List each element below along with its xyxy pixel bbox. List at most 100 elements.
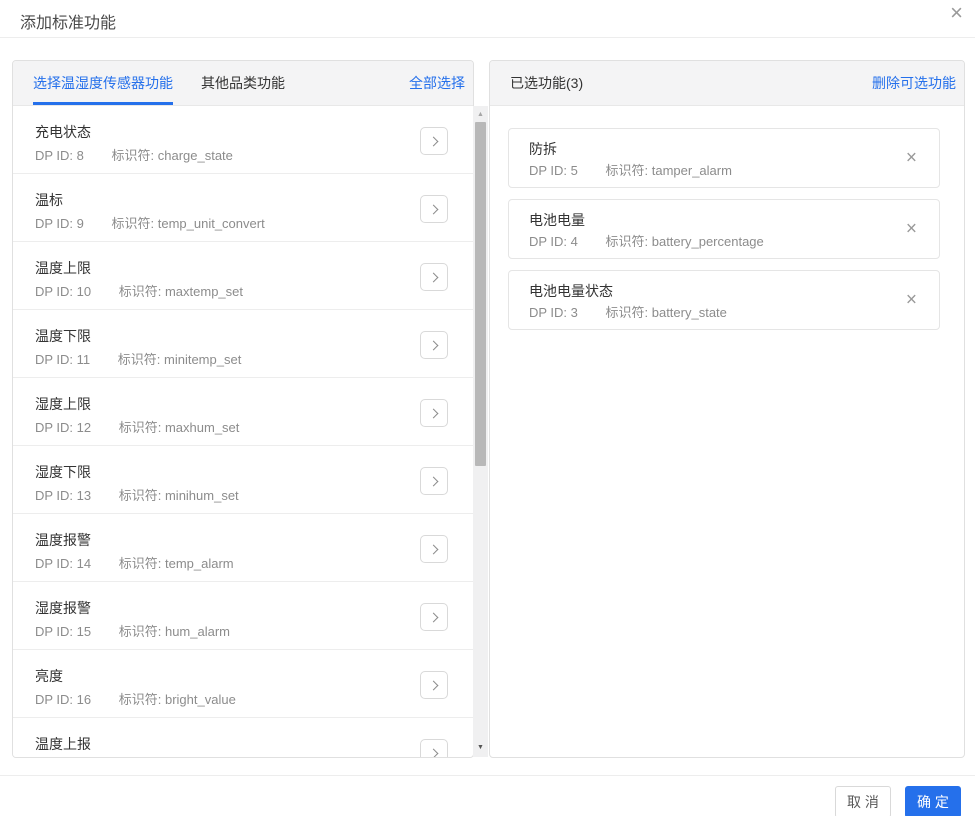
- chevron-right-icon: [428, 612, 438, 622]
- scrollbar-thumb[interactable]: [475, 122, 486, 466]
- identifier: 标识符: bright_value: [118, 692, 236, 707]
- available-functions-panel: 选择温湿度传感器功能 其他品类功能 全部选择 充电状态 DP ID: 8 标识符…: [12, 60, 474, 758]
- dp-id: DP ID: 8: [35, 148, 84, 163]
- dp-id: DP ID: 5: [529, 163, 578, 178]
- function-name: 防拆: [529, 141, 557, 157]
- selected-panel-title: 已选功能(3): [510, 75, 584, 91]
- tab-bar: 选择温湿度传感器功能 其他品类功能: [33, 61, 409, 105]
- function-meta: DP ID: 14 标识符: temp_alarm: [35, 555, 420, 573]
- tab-other-categories[interactable]: 其他品类功能: [201, 61, 285, 105]
- identifier: 标识符: battery_state: [605, 305, 727, 320]
- dp-id: DP ID: 16: [35, 692, 92, 707]
- add-function-button[interactable]: [420, 467, 448, 495]
- add-function-button[interactable]: [420, 399, 448, 427]
- list-item[interactable]: 湿度报警 DP ID: 15 标识符: hum_alarm: [13, 582, 473, 650]
- chevron-right-icon: [428, 408, 438, 418]
- add-function-button[interactable]: [420, 331, 448, 359]
- add-function-button[interactable]: [420, 263, 448, 291]
- delete-optional-link[interactable]: 删除可选功能: [872, 61, 956, 105]
- dp-id: DP ID: 12: [35, 420, 92, 435]
- function-name: 温度上限: [35, 260, 91, 276]
- function-meta: DP ID: 11 标识符: minitemp_set: [35, 351, 420, 369]
- function-name: 电池电量状态: [529, 283, 613, 299]
- identifier: 标识符: hum_alarm: [118, 624, 230, 639]
- add-function-button[interactable]: [420, 603, 448, 631]
- identifier: 标识符: tamper_alarm: [605, 163, 732, 178]
- identifier: 标识符: maxhum_set: [118, 420, 240, 435]
- add-function-button[interactable]: [420, 195, 448, 223]
- list-item[interactable]: 温度上报: [13, 718, 473, 757]
- selected-function-card: 电池电量状态 DP ID: 3 标识符: battery_state ×: [508, 270, 940, 330]
- list-item[interactable]: 充电状态 DP ID: 8 标识符: charge_state: [13, 106, 473, 174]
- select-all-link[interactable]: 全部选择: [409, 61, 465, 105]
- function-meta: DP ID: 9 标识符: temp_unit_convert: [35, 215, 420, 233]
- function-name: 充电状态: [35, 124, 91, 140]
- dialog-title: 添加标准功能: [20, 15, 117, 32]
- add-function-button[interactable]: [420, 127, 448, 155]
- dp-id: DP ID: 3: [529, 305, 578, 320]
- dp-id: DP ID: 4: [529, 234, 578, 249]
- identifier: 标识符: charge_state: [111, 148, 233, 163]
- cancel-button[interactable]: 取 消: [835, 786, 891, 816]
- identifier: 标识符: minihum_set: [118, 488, 239, 503]
- function-meta: DP ID: 5 标识符: tamper_alarm: [529, 162, 883, 180]
- list-item[interactable]: 湿度下限 DP ID: 13 标识符: minihum_set: [13, 446, 473, 514]
- selected-function-list: 防拆 DP ID: 5 标识符: tamper_alarm × 电池电量 DP …: [490, 106, 964, 330]
- scrollbar[interactable]: ▲ ▼: [473, 106, 488, 757]
- add-function-button[interactable]: [420, 535, 448, 563]
- function-meta: DP ID: 3 标识符: battery_state: [529, 304, 883, 322]
- chevron-right-icon: [428, 476, 438, 486]
- function-name: 湿度下限: [35, 464, 91, 480]
- left-panel-header: 选择温湿度传感器功能 其他品类功能 全部选择: [13, 61, 473, 106]
- chevron-right-icon: [428, 204, 438, 214]
- scroll-down-icon[interactable]: ▼: [473, 741, 488, 755]
- function-meta: DP ID: 15 标识符: hum_alarm: [35, 623, 420, 641]
- right-panel-header: 已选功能(3) 删除可选功能: [490, 61, 964, 106]
- footer-divider: [0, 775, 975, 776]
- chevron-right-icon: [428, 272, 438, 282]
- dp-id: DP ID: 9: [35, 216, 84, 231]
- selected-function-card: 防拆 DP ID: 5 标识符: tamper_alarm ×: [508, 128, 940, 188]
- scroll-up-icon[interactable]: ▲: [473, 108, 488, 122]
- identifier: 标识符: minitemp_set: [117, 352, 242, 367]
- chevron-right-icon: [428, 544, 438, 554]
- remove-icon[interactable]: ×: [906, 291, 917, 310]
- list-item[interactable]: 温度下限 DP ID: 11 标识符: minitemp_set: [13, 310, 473, 378]
- chevron-right-icon: [428, 340, 438, 350]
- chevron-right-icon: [428, 136, 438, 146]
- add-function-button[interactable]: [420, 671, 448, 699]
- list-item[interactable]: 湿度上限 DP ID: 12 标识符: maxhum_set: [13, 378, 473, 446]
- confirm-button[interactable]: 确 定: [905, 786, 961, 816]
- dp-id: DP ID: 14: [35, 556, 92, 571]
- dp-id: DP ID: 11: [35, 352, 91, 367]
- function-meta: DP ID: 8 标识符: charge_state: [35, 147, 420, 165]
- function-name: 湿度上限: [35, 396, 91, 412]
- remove-icon[interactable]: ×: [906, 149, 917, 168]
- close-icon[interactable]: ×: [950, 2, 963, 24]
- function-name: 温度下限: [35, 328, 91, 344]
- function-meta: DP ID: 12 标识符: maxhum_set: [35, 419, 420, 437]
- tab-sensor-functions[interactable]: 选择温湿度传感器功能: [33, 61, 173, 105]
- identifier: 标识符: battery_percentage: [605, 234, 764, 249]
- list-item[interactable]: 温标 DP ID: 9 标识符: temp_unit_convert: [13, 174, 473, 242]
- identifier: 标识符: maxtemp_set: [118, 284, 244, 299]
- dp-id: DP ID: 13: [35, 488, 92, 503]
- chevron-right-icon: [428, 748, 438, 757]
- function-meta: DP ID: 4 标识符: battery_percentage: [529, 233, 883, 251]
- list-item[interactable]: 亮度 DP ID: 16 标识符: bright_value: [13, 650, 473, 718]
- function-meta: DP ID: 13 标识符: minihum_set: [35, 487, 420, 505]
- dp-id: DP ID: 10: [35, 284, 92, 299]
- chevron-right-icon: [428, 680, 438, 690]
- dialog-header: 添加标准功能 ×: [0, 0, 975, 38]
- list-item[interactable]: 温度上限 DP ID: 10 标识符: maxtemp_set: [13, 242, 473, 310]
- function-name: 温标: [35, 192, 63, 208]
- function-name: 亮度: [35, 668, 63, 684]
- function-meta: DP ID: 10 标识符: maxtemp_set: [35, 283, 420, 301]
- function-name: 温度报警: [35, 532, 91, 548]
- dp-id: DP ID: 15: [35, 624, 92, 639]
- list-item[interactable]: 温度报警 DP ID: 14 标识符: temp_alarm: [13, 514, 473, 582]
- add-function-button[interactable]: [420, 739, 448, 757]
- remove-icon[interactable]: ×: [906, 220, 917, 239]
- identifier: 标识符: temp_unit_convert: [111, 216, 265, 231]
- function-name: 湿度报警: [35, 600, 91, 616]
